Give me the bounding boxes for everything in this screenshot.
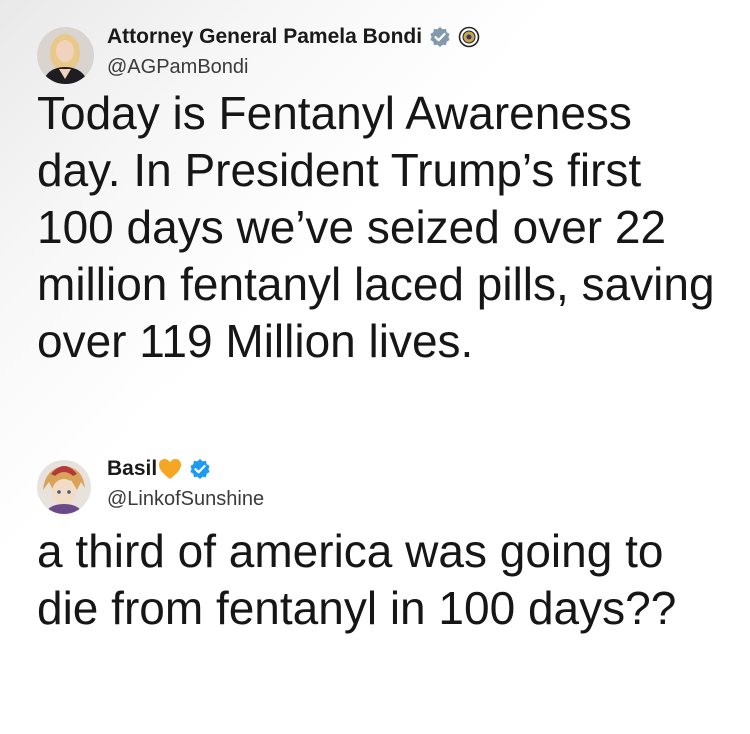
reply-tweet-basil: Basil @LinkofSunshine a third of america… <box>0 430 750 734</box>
verified-blue-icon <box>189 458 211 480</box>
quoted-tweet-bondi: Attorney General Pamela Bondi @AGPamBond… <box>0 0 750 420</box>
orange-heart-icon <box>158 458 182 480</box>
bondi-handle[interactable]: @AGPamBondi <box>107 56 248 79</box>
basil-avatar[interactable] <box>37 460 91 514</box>
basil-tweet-text: a third of america was going to die from… <box>37 525 677 634</box>
basil-handle[interactable]: @LinkofSunshine <box>107 488 264 511</box>
government-seal-icon <box>458 26 480 48</box>
bondi-display-name[interactable]: Attorney General Pamela Bondi <box>107 25 422 49</box>
bondi-tweet-text: Today is Fentanyl Awareness day. In Pres… <box>37 87 715 367</box>
basil-display-name[interactable]: Basil <box>107 457 157 481</box>
verified-gray-icon <box>429 26 451 48</box>
bondi-name-row: Attorney General Pamela Bondi <box>107 25 480 49</box>
basil-name-row: Basil <box>107 457 211 481</box>
bondi-avatar[interactable] <box>37 27 94 84</box>
